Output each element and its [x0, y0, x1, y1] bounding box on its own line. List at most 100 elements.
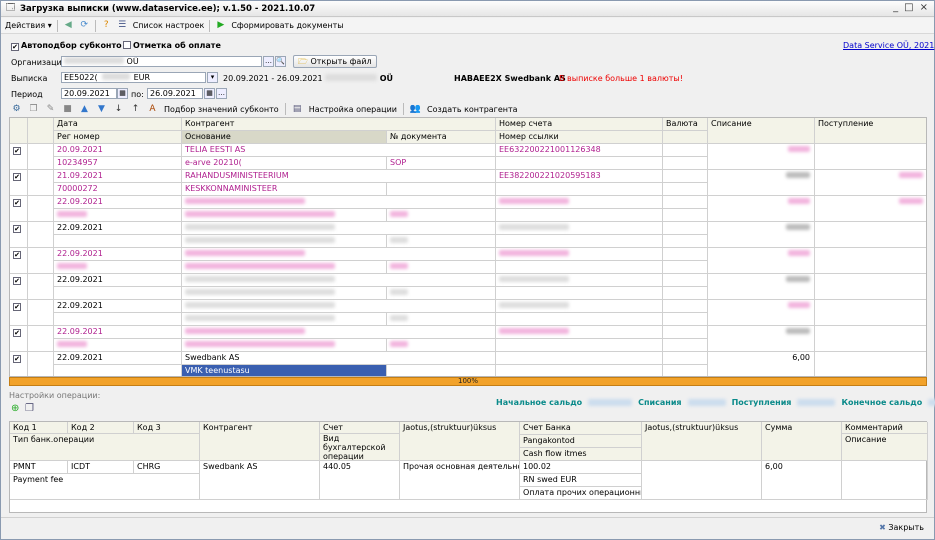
org-field[interactable]: OÜ: [61, 56, 262, 67]
table-row[interactable]: ✔ 22.09.2021 Swedbank AS VMK teenustasu 6,00: [10, 352, 926, 376]
statement-field[interactable]: EE5022(EUR: [61, 72, 206, 83]
op-kod1[interactable]: PMNT: [10, 461, 68, 474]
maximize-button[interactable]: □: [904, 2, 913, 13]
col-debit[interactable]: Списание: [708, 118, 815, 144]
add-op-icon[interactable]: ⊕: [11, 403, 19, 414]
row-counterparty[interactable]: RAHANDUSMINISTEERIUM: [182, 170, 496, 183]
row-basis[interactable]: [182, 339, 387, 352]
row-date[interactable]: 22.09.2021: [54, 300, 182, 313]
row-docnum[interactable]: [387, 339, 496, 352]
back-icon[interactable]: ◀: [63, 20, 74, 31]
close-button[interactable]: ✖ Закрыть: [879, 523, 924, 532]
row-basis[interactable]: [182, 235, 387, 248]
row-docnum[interactable]: [387, 287, 496, 300]
row-basis[interactable]: [182, 261, 387, 274]
col-date[interactable]: Дата: [54, 118, 182, 131]
row-currency[interactable]: [663, 222, 708, 235]
row-debit[interactable]: [708, 196, 815, 222]
row-debit[interactable]: [708, 222, 815, 248]
org-search-icon[interactable]: 🔍: [275, 56, 286, 67]
statement-dropdown-icon[interactable]: ▾: [207, 72, 218, 83]
pick-values-button[interactable]: Подбор значений субконто: [164, 105, 279, 114]
row-basis[interactable]: [182, 209, 387, 222]
row-docnum[interactable]: [387, 261, 496, 274]
dataservice-link[interactable]: Data Service OÜ, 2021: [843, 41, 934, 50]
calendar-from-icon[interactable]: ▦: [117, 88, 128, 99]
sort-desc-icon[interactable]: ↑: [130, 104, 141, 115]
row-debit[interactable]: [708, 248, 815, 274]
org-select-button[interactable]: …: [263, 56, 274, 67]
generate-docs-button[interactable]: Сформировать документы: [231, 21, 343, 30]
autopick-checkbox[interactable]: ✔ Автоподбор субконто: [11, 41, 122, 51]
row-date[interactable]: 22.09.2021: [54, 352, 182, 365]
col-credit[interactable]: Поступление: [815, 118, 926, 144]
row-counterparty[interactable]: [182, 248, 496, 261]
move-down-icon[interactable]: ▼: [96, 104, 107, 115]
row-ref[interactable]: [496, 235, 663, 248]
row-debit[interactable]: [708, 144, 815, 170]
op-kod3[interactable]: CHRG: [134, 461, 200, 474]
row-currency2[interactable]: [663, 365, 708, 376]
fill-icon[interactable]: ⚙: [11, 104, 22, 115]
row-debit[interactable]: [708, 326, 815, 352]
row-reg[interactable]: [54, 313, 182, 326]
row-account[interactable]: [496, 274, 663, 287]
row-currency2[interactable]: [663, 287, 708, 300]
table-row[interactable]: ✔ 22.09.2021: [10, 274, 926, 300]
col-counterparty[interactable]: Контрагент: [182, 118, 496, 131]
table-row[interactable]: ✔ 22.09.2021: [10, 248, 926, 274]
row-counterparty[interactable]: Swedbank AS: [182, 352, 496, 365]
op-jaotus2[interactable]: [642, 461, 762, 500]
row-counterparty[interactable]: [182, 196, 496, 209]
row-debit[interactable]: [708, 170, 815, 196]
row-counterparty[interactable]: [182, 222, 496, 235]
op-kod2[interactable]: ICDT: [68, 461, 134, 474]
row-checkbox[interactable]: ✔: [10, 196, 28, 222]
row-checkbox[interactable]: ✔: [10, 222, 28, 248]
op-cp[interactable]: Swedbank AS: [200, 461, 320, 500]
row-account[interactable]: [496, 300, 663, 313]
row-currency[interactable]: [663, 196, 708, 209]
row-currency[interactable]: [663, 144, 708, 157]
row-docnum[interactable]: [387, 235, 496, 248]
row-credit[interactable]: [815, 352, 926, 376]
row-account[interactable]: [496, 352, 663, 365]
sort-asc-icon[interactable]: ↓: [113, 104, 124, 115]
row-debit[interactable]: [708, 274, 815, 300]
table-row[interactable]: ✔ 22.09.2021: [10, 300, 926, 326]
col-docnum[interactable]: № документа: [387, 131, 496, 144]
row-debit[interactable]: 6,00: [708, 352, 815, 376]
op-optype[interactable]: Payment fee: [10, 474, 200, 500]
row-currency2[interactable]: [663, 261, 708, 274]
row-docnum[interactable]: [387, 209, 496, 222]
op-pangakontod[interactable]: RN swed EUR: [520, 474, 642, 487]
row-credit[interactable]: [815, 274, 926, 300]
row-counterparty[interactable]: TELIA EESTI AS: [182, 144, 496, 157]
row-ref[interactable]: [496, 183, 663, 196]
row-docnum[interactable]: SOP: [387, 157, 496, 170]
row-checkbox[interactable]: ✔: [10, 300, 28, 326]
op-settings-button[interactable]: Настройка операции: [309, 105, 397, 114]
row-ref[interactable]: [496, 157, 663, 170]
row-counterparty[interactable]: [182, 274, 496, 287]
row-ref[interactable]: [496, 365, 663, 376]
row-credit[interactable]: [815, 248, 926, 274]
row-counterparty[interactable]: [182, 326, 496, 339]
row-reg[interactable]: [54, 339, 182, 352]
row-reg[interactable]: [54, 235, 182, 248]
table-row[interactable]: ✔ 20.09.2021 10234957 TELIA EESTI AS e-arve …: [10, 144, 926, 170]
op-acc[interactable]: 440.05: [320, 461, 400, 500]
row-debit[interactable]: [708, 300, 815, 326]
table-row[interactable]: ✔ 22.09.2021: [10, 326, 926, 352]
period-select-button[interactable]: …: [216, 88, 227, 99]
row-currency[interactable]: [663, 248, 708, 261]
row-docnum[interactable]: [387, 365, 496, 376]
row-basis[interactable]: [182, 313, 387, 326]
row-credit[interactable]: [815, 326, 926, 352]
table-row[interactable]: ✔ 22.09.2021: [10, 196, 926, 222]
close-window-button[interactable]: ×: [920, 2, 928, 13]
row-currency[interactable]: [663, 300, 708, 313]
row-checkbox[interactable]: ✔: [10, 274, 28, 300]
period-from-field[interactable]: 20.09.2021: [61, 88, 117, 99]
open-file-button[interactable]: 🗁 Открыть файл: [293, 55, 377, 68]
